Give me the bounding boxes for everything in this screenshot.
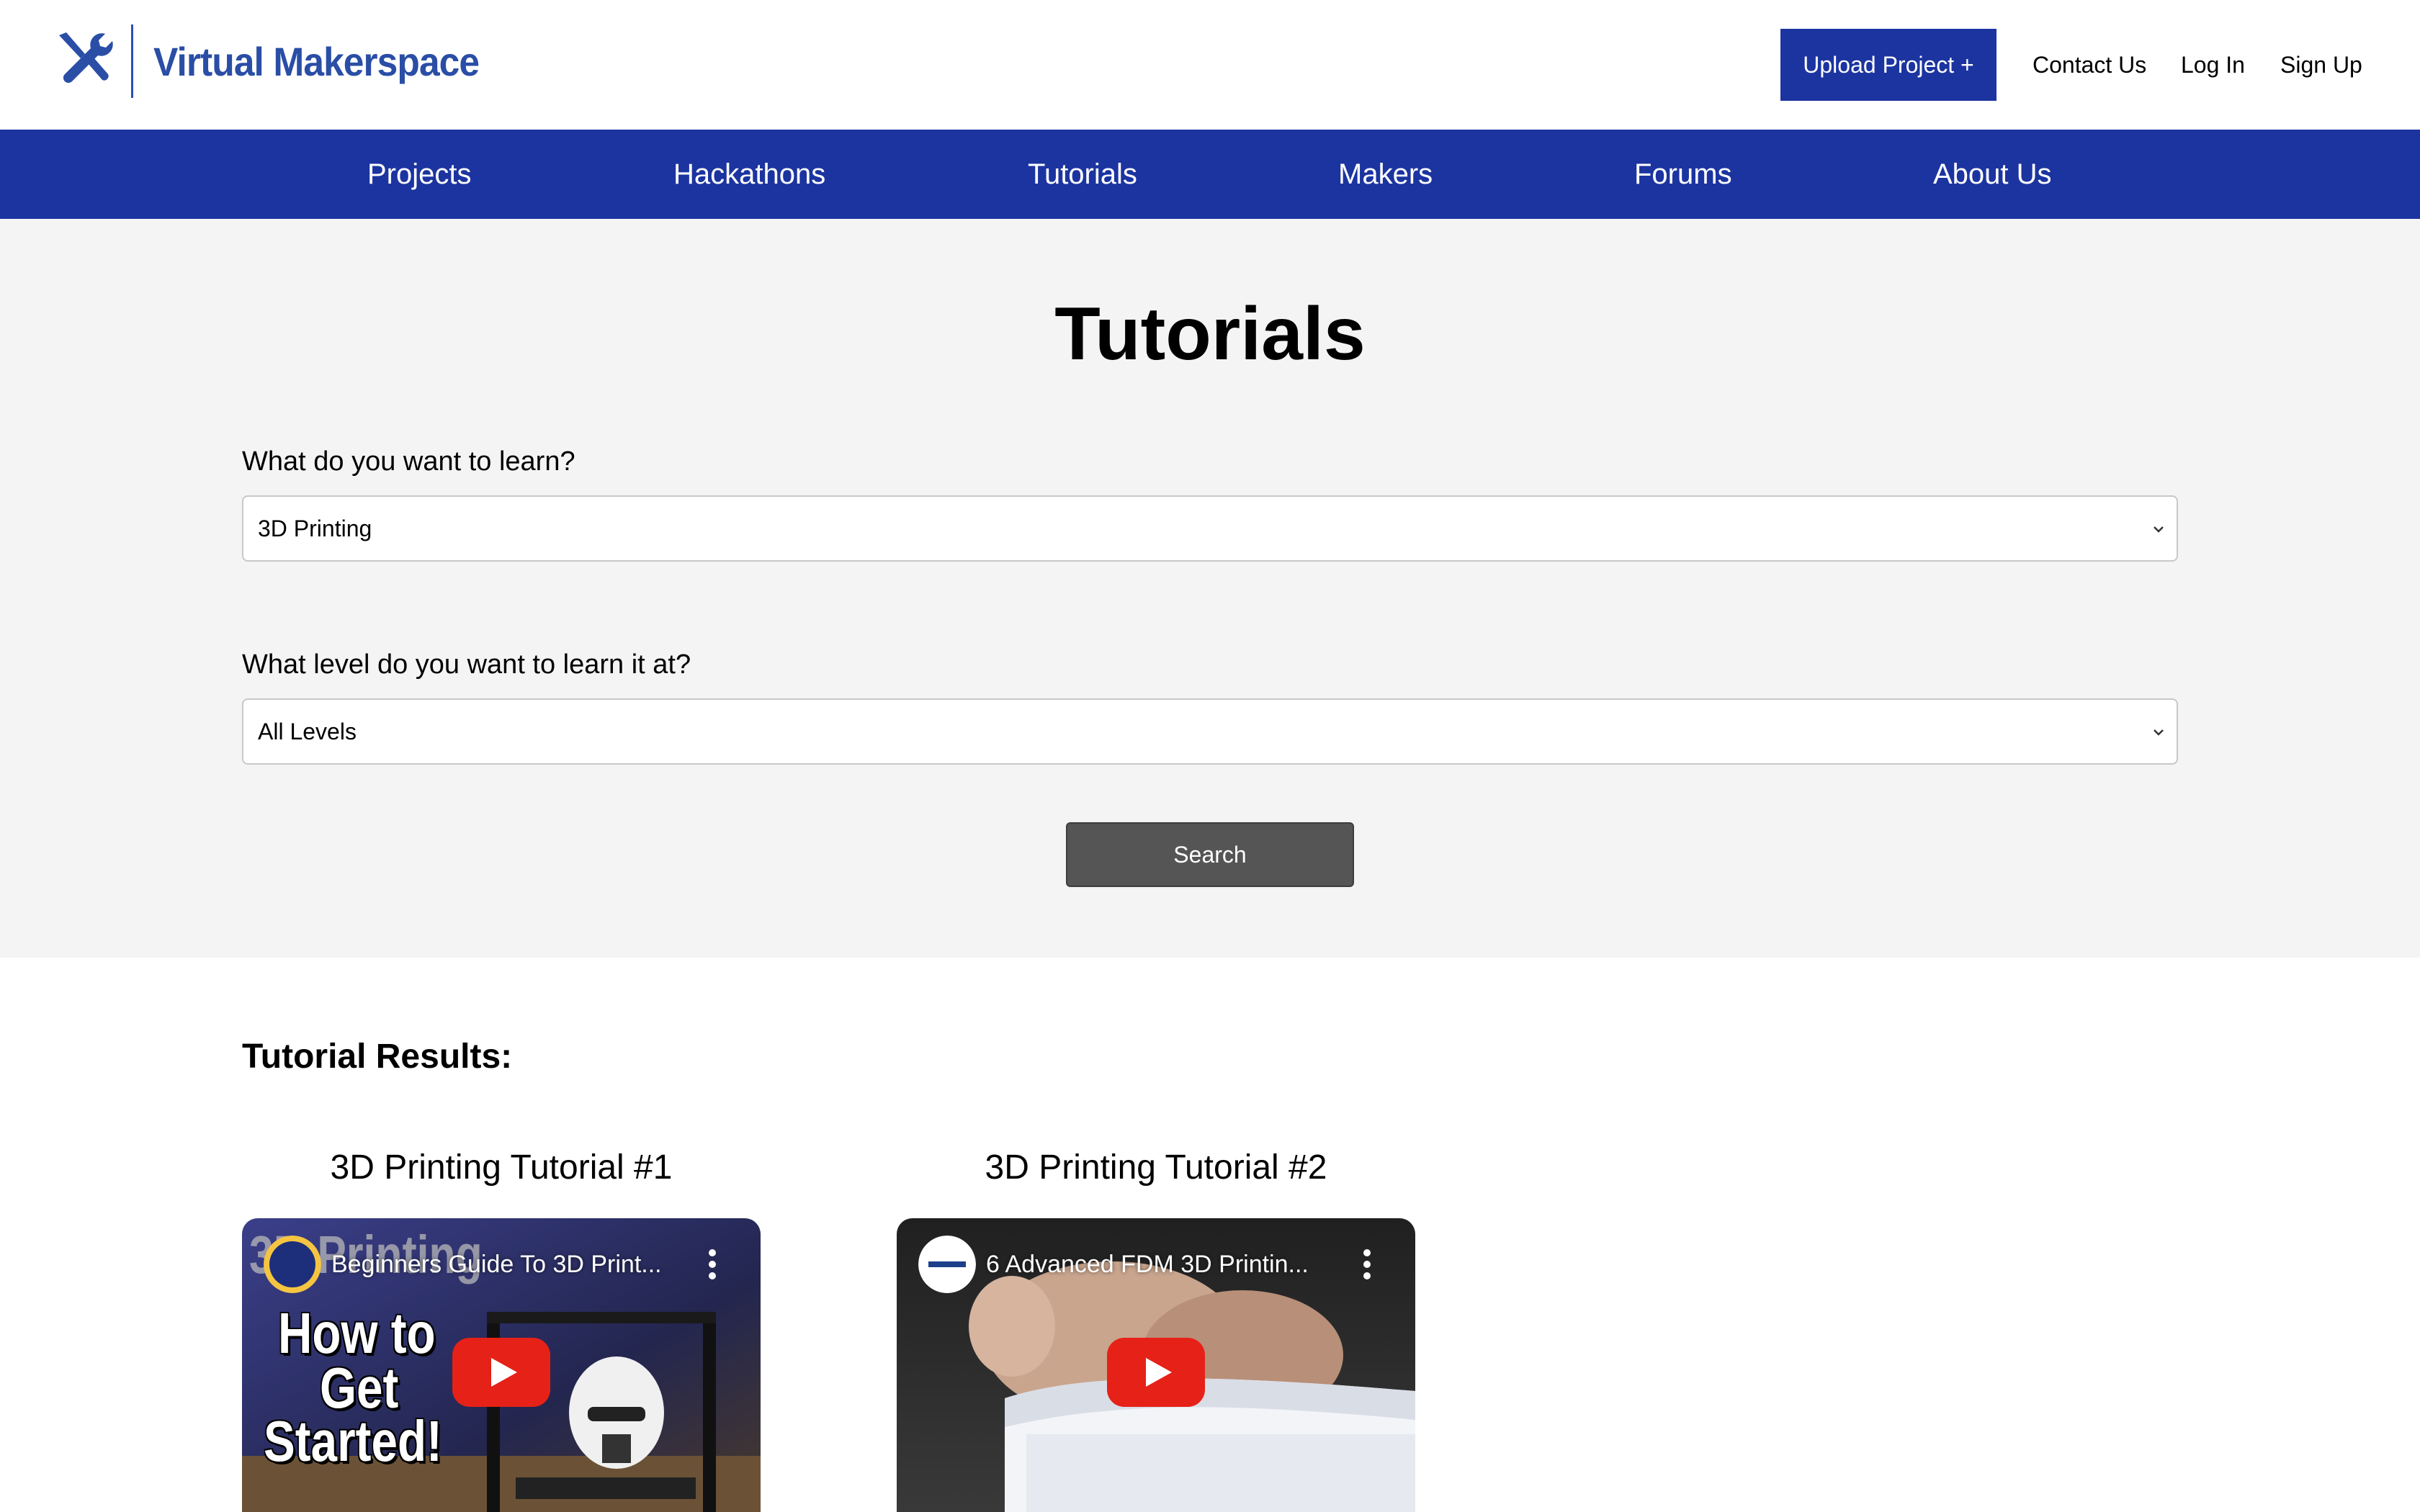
thumbnail-line: Started! (264, 1409, 442, 1473)
site-header: Virtual Makerspace Upload Project + Cont… (0, 0, 2420, 130)
brand-name[interactable]: Virtual Makerspace (153, 38, 480, 85)
tutorial-search-panel: Tutorials What do you want to learn? 3D … (0, 219, 2420, 958)
topic-select[interactable]: 3D Printing (242, 495, 2178, 562)
topic-select-value: 3D Printing (258, 515, 372, 541)
tutorial-1-video[interactable]: 3D Printing How to Get Started! Beginner… (242, 1218, 761, 1512)
page-title: Tutorials (1054, 292, 1366, 376)
upload-project-button[interactable]: Upload Project + (1780, 29, 1996, 101)
contact-us-link[interactable]: Contact Us (2033, 50, 2146, 79)
video-title[interactable]: Beginners Guide To 3D Print... (331, 1250, 662, 1279)
chevron-down-icon (2154, 729, 2164, 736)
level-select[interactable]: All Levels (242, 698, 2178, 765)
video-title[interactable]: 6 Advanced FDM 3D Printin... (986, 1250, 1309, 1279)
main-nav: Projects Hackathons Tutorials Makers For… (0, 130, 2420, 219)
nav-item-makers[interactable]: Makers (1338, 157, 1433, 192)
site-logo[interactable]: Virtual Makerspace (55, 24, 507, 98)
chevron-down-icon (2154, 526, 2164, 533)
thumbnail-line: How to (278, 1301, 436, 1365)
nav-item-about-us[interactable]: About Us (1933, 157, 2052, 192)
channel-avatar[interactable] (918, 1236, 976, 1293)
nav-item-forums[interactable]: Forums (1634, 157, 1732, 192)
tutorial-2-title: 3D Printing Tutorial #2 (985, 1148, 1327, 1187)
tools-icon (59, 32, 113, 84)
tutorial-2-video[interactable]: 6 Advanced FDM 3D Printin... (897, 1218, 1415, 1512)
play-icon[interactable] (452, 1338, 550, 1407)
search-button[interactable]: Search (1066, 822, 1354, 887)
channel-avatar[interactable] (264, 1236, 321, 1293)
logo-divider (131, 24, 133, 98)
results-heading: Tutorial Results: (242, 1038, 513, 1076)
topic-label: What do you want to learn? (242, 446, 575, 477)
more-options-icon[interactable] (702, 1244, 723, 1284)
nav-item-projects[interactable]: Projects (367, 157, 472, 192)
sign-up-link[interactable]: Sign Up (2280, 50, 2362, 79)
more-options-icon[interactable] (1356, 1244, 1378, 1284)
thumbnail-line: Get (320, 1356, 399, 1420)
level-label: What level do you want to learn it at? (242, 649, 691, 680)
play-icon[interactable] (1107, 1338, 1205, 1407)
tutorial-1-title: 3D Printing Tutorial #1 (330, 1148, 673, 1187)
level-select-value: All Levels (258, 718, 357, 744)
nav-item-hackathons[interactable]: Hackathons (673, 157, 825, 192)
log-in-link[interactable]: Log In (2181, 50, 2245, 79)
nav-item-tutorials[interactable]: Tutorials (1028, 157, 1137, 192)
